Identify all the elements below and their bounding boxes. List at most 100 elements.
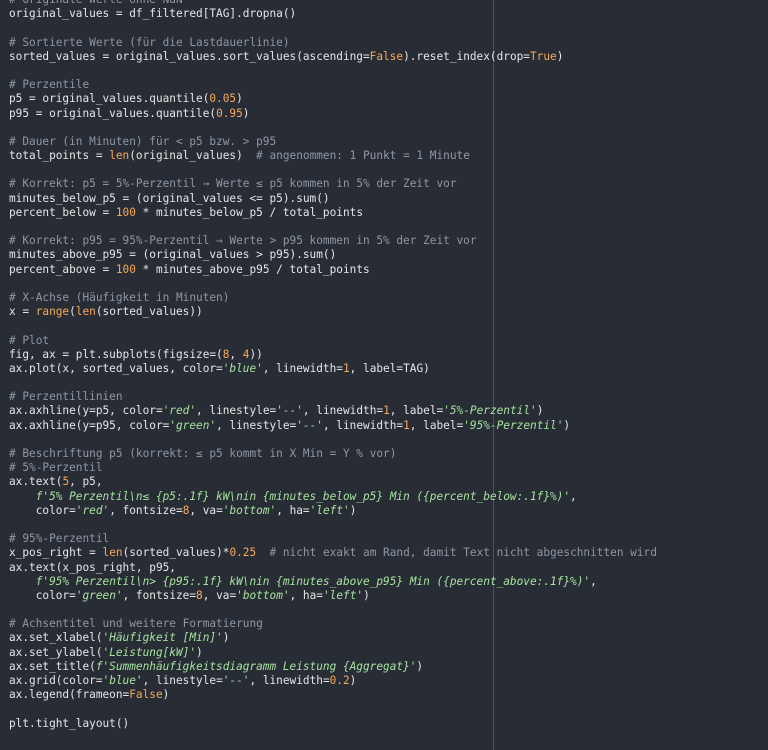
code-token-plain: , linestyle=: [196, 404, 277, 418]
code-line[interactable]: # 95%-Perzentil: [9, 532, 657, 546]
code-line[interactable]: [9, 121, 657, 135]
code-token-comment: # nicht exakt am Rand, damit Text nicht …: [269, 546, 657, 560]
code-line[interactable]: [9, 433, 657, 447]
code-token-plain: , label=TAG): [349, 361, 430, 375]
code-token-string: 'left': [322, 588, 364, 602]
code-line[interactable]: minutes_below_p5 = (original_values <= p…: [9, 192, 657, 206]
code-line[interactable]: x_pos_right = len(sorted_values)*0.25 # …: [9, 546, 657, 560]
code-token-string: '--': [276, 404, 303, 418]
code-line[interactable]: x = range(len(sorted_values)): [9, 305, 657, 319]
code-line[interactable]: fig, ax = plt.subplots(figsize=(8, 4)): [9, 348, 657, 362]
code-token-plain: p5 = original_values.quantile(: [9, 92, 210, 106]
code-token-string: '--': [222, 674, 250, 687]
code-token-const: False: [129, 688, 163, 702]
code-token-plain: , linewidth=: [262, 361, 343, 375]
code-line[interactable]: # Sortierte Werte (für die Lastdauerlini…: [9, 36, 657, 50]
code-token-plain: , ha=: [276, 503, 310, 517]
code-line[interactable]: # Plot: [9, 334, 657, 348]
code-token-plain: color=: [9, 503, 76, 517]
code-line[interactable]: [9, 702, 657, 716]
code-line[interactable]: ax.set_xlabel('Häufigkeit [Min]'): [9, 631, 657, 645]
code-token-plain: ): [236, 92, 243, 106]
code-line[interactable]: p5 = original_values.quantile(0.05): [9, 92, 657, 106]
code-line[interactable]: # Perzentile: [9, 78, 657, 92]
code-token-plain: percent_below =: [9, 205, 116, 219]
code-line[interactable]: [9, 518, 657, 532]
code-line[interactable]: color='green', fontsize=8, va='bottom', …: [9, 589, 657, 603]
code-token-plain: minutes_below_p5 = (original_values <= p…: [9, 191, 330, 205]
code-token-comment: # 95%-Perzentil: [9, 532, 110, 546]
code-token-plain: ax.grid(color=: [9, 674, 103, 687]
code-line[interactable]: # X-Achse (Häufigkeit in Minuten): [9, 291, 657, 305]
code-line[interactable]: [9, 376, 657, 390]
code-token-plain: ax.legend(frameon=: [9, 688, 130, 702]
code-line[interactable]: ax.set_title(f'Summenhäufigkeitsdiagramm…: [9, 660, 657, 674]
code-line[interactable]: ax.plot(x, sorted_values, color='blue', …: [9, 362, 657, 376]
code-line[interactable]: # Korrekt: p5 = 5%-Perzentil → Werte ≤ p…: [9, 177, 657, 191]
code-line[interactable]: ax.set_ylabel('Leistung[kW]'): [9, 646, 657, 660]
code-token-plain: ): [162, 688, 170, 702]
code-token-string: 'Leistung[kW]': [102, 645, 197, 659]
code-token-plain: (original_values): [129, 149, 257, 163]
code-line[interactable]: [9, 163, 657, 177]
code-line[interactable]: [9, 277, 657, 291]
code-token-comment: # angenommen: 1 Punkt = 1 Minute: [256, 149, 470, 163]
code-token-num: 0.05: [209, 92, 237, 106]
code-line[interactable]: # Achsentitel und weitere Formatierung: [9, 617, 657, 631]
code-line[interactable]: original_values = df_filtered[TAG].dropn…: [9, 7, 657, 21]
code-line[interactable]: percent_below = 100 * minutes_below_p5 /…: [9, 206, 657, 220]
code-line[interactable]: minutes_above_p95 = (original_values > p…: [9, 248, 657, 262]
code-token-comment: # Korrekt: p5 = 5%-Perzentil → Werte ≤ p…: [9, 177, 457, 191]
code-token-builtin: len: [75, 305, 96, 319]
code-token-string: 'red': [162, 404, 197, 418]
code-token-plain: ax.text(x_pos_right, p95,: [9, 560, 176, 574]
code-token-plain: original_values = df_filtered[TAG].dropn…: [9, 7, 297, 21]
code-editor[interactable]: # Originale Werte ohne NaNoriginal_value…: [0, 0, 768, 750]
code-line[interactable]: sorted_values = original_values.sort_val…: [9, 50, 657, 64]
code-line[interactable]: [9, 319, 657, 333]
code-token-plain: , linewidth=: [322, 418, 404, 432]
code-line[interactable]: # Perzentillinien: [9, 390, 657, 404]
code-token-plain: plt.tight_layout(): [9, 716, 130, 730]
code-line[interactable]: f'5% Perzentil\n≤ {p5:.1f} kW\nin {minut…: [9, 490, 657, 504]
code-token-comment: # Originale Werte ohne NaN: [9, 0, 183, 6]
code-token-string: 'red': [75, 503, 110, 517]
code-token-string: '5%-Perzentil': [443, 404, 537, 418]
code-line[interactable]: ax.legend(frameon=False): [9, 688, 657, 702]
code-token-plain: , va=: [189, 503, 223, 517]
code-token-string: 'bottom': [236, 588, 290, 602]
code-line[interactable]: ax.axhline(y=p5, color='red', linestyle=…: [9, 404, 657, 418]
code-token-plain: , linestyle=: [142, 674, 223, 687]
code-line[interactable]: # Korrekt: p95 = 95%-Perzentil → Werte >…: [9, 234, 657, 248]
code-token-plain: x =: [9, 305, 36, 319]
code-token-plain: ax.set_ylabel(: [9, 645, 103, 659]
code-line[interactable]: [9, 64, 657, 78]
code-token-plain: fig, ax = plt.subplots(figsize=(: [9, 347, 223, 361]
code-line[interactable]: [9, 603, 657, 617]
code-line[interactable]: # Dauer (in Minuten) für < p5 bzw. > p95: [9, 135, 657, 149]
code-line[interactable]: ax.grid(color='blue', linestyle='--', li…: [9, 674, 657, 688]
code-token-string: '--': [296, 418, 323, 432]
code-line[interactable]: total_points = len(original_values) # an…: [9, 149, 657, 163]
code-token-plain: )): [249, 347, 263, 361]
code-token-num: 100: [115, 262, 136, 276]
code-token-plain: ): [242, 106, 250, 120]
code-line[interactable]: ax.text(5, p5,: [9, 475, 657, 489]
code-line[interactable]: ax.axhline(y=p95, color='green', linesty…: [9, 419, 657, 433]
code-line[interactable]: f'95% Perzentil\n> {p95:.1f} kW\nin {min…: [9, 575, 657, 589]
code-token-plain: ax.set_title(: [9, 659, 96, 673]
code-line[interactable]: [9, 220, 657, 234]
code-line[interactable]: ax.text(x_pos_right, p95,: [9, 561, 657, 575]
code-line[interactable]: # Originale Werte ohne NaN: [9, 0, 657, 7]
code-line[interactable]: [9, 21, 657, 35]
code-token-plain: ax.axhline(y=p5, color=: [9, 404, 163, 418]
code-line[interactable]: p95 = original_values.quantile(0.95): [9, 107, 657, 121]
code-line[interactable]: plt.tight_layout(): [9, 717, 657, 731]
code-content[interactable]: # Originale Werte ohne NaNoriginal_value…: [9, 0, 657, 731]
code-line[interactable]: # Beschriftung p5 (korrekt: ≤ p5 kommt i…: [9, 447, 657, 461]
code-line[interactable]: # 5%-Perzentil: [9, 461, 657, 475]
code-line[interactable]: percent_above = 100 * minutes_above_p95 …: [9, 263, 657, 277]
code-line[interactable]: color='red', fontsize=8, va='bottom', ha…: [9, 504, 657, 518]
code-token-string: 'blue': [222, 361, 263, 375]
